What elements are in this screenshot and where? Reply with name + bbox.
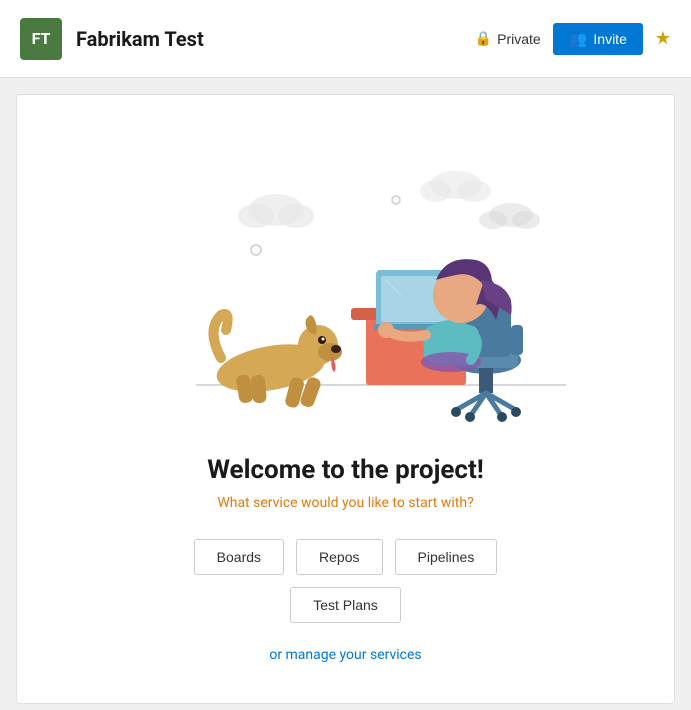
avatar-initials: FT bbox=[32, 29, 51, 48]
welcome-subtitle: What service would you like to start wit… bbox=[217, 495, 473, 511]
test-plans-button[interactable]: Test Plans bbox=[290, 587, 401, 623]
service-buttons-row1: Boards Repos Pipelines bbox=[194, 539, 498, 575]
main-content: Welcome to the project! What service wou… bbox=[16, 94, 675, 704]
invite-label: Invite bbox=[593, 31, 626, 47]
project-avatar: FT bbox=[20, 18, 62, 60]
welcome-illustration bbox=[96, 115, 596, 435]
manage-services-link[interactable]: or manage your services bbox=[269, 647, 421, 663]
pipelines-button[interactable]: Pipelines bbox=[395, 539, 498, 575]
invite-button[interactable]: 👥 Invite bbox=[553, 23, 643, 55]
star-icon: ★ bbox=[655, 28, 671, 48]
header-actions: 🔒 Private 👥 Invite ★ bbox=[475, 23, 671, 55]
lock-icon: 🔒 bbox=[475, 30, 492, 47]
service-buttons-row2: Test Plans bbox=[290, 587, 401, 623]
favorite-button[interactable]: ★ bbox=[655, 28, 671, 49]
private-button[interactable]: 🔒 Private bbox=[475, 30, 541, 47]
invite-icon: 👥 bbox=[569, 30, 588, 48]
welcome-title: Welcome to the project! bbox=[207, 455, 484, 485]
boards-button[interactable]: Boards bbox=[194, 539, 284, 575]
private-label: Private bbox=[497, 31, 541, 47]
repos-button[interactable]: Repos bbox=[296, 539, 382, 575]
project-title: Fabrikam Test bbox=[76, 27, 475, 51]
page-header: FT Fabrikam Test 🔒 Private 👥 Invite ★ bbox=[0, 0, 691, 78]
